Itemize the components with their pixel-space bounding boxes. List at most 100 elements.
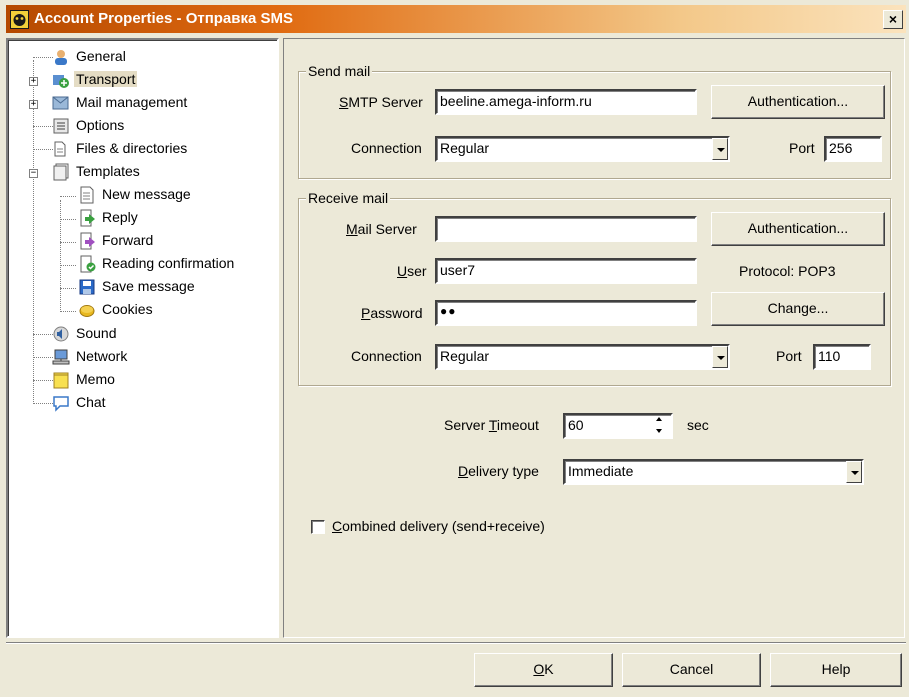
tree-item-label: Options — [76, 117, 125, 133]
send-connection-select[interactable]: Regular — [435, 136, 730, 162]
send-connection-label: Connection — [351, 140, 422, 156]
options-icon — [53, 118, 69, 134]
tree-connector — [33, 126, 53, 127]
reply-icon — [80, 209, 95, 227]
tree-connector — [60, 196, 76, 197]
tree-item-label: Network — [76, 348, 128, 364]
tree-item-label: Reading confirmation — [102, 255, 235, 271]
files-icon — [54, 141, 66, 157]
receive-connection-label: Connection — [351, 348, 422, 364]
tree-connector — [33, 357, 53, 358]
settings-tree[interactable]: + + − General Transport Mail management … — [6, 38, 279, 638]
ok-button[interactable]: OK — [474, 653, 613, 687]
tree-item-label: Chat — [76, 394, 106, 410]
tree-item-label: Mail management — [76, 94, 188, 110]
receive-port-input[interactable]: 110 — [813, 344, 871, 370]
combined-delivery-label[interactable]: Combined delivery (send+receive) — [332, 518, 545, 534]
tree-item-label: Cookies — [102, 301, 153, 317]
tree-connector — [60, 200, 61, 312]
tree-connector — [33, 149, 53, 150]
save-message-icon — [79, 279, 95, 295]
forward-icon — [80, 232, 95, 250]
tree-item-label: Files & directories — [76, 140, 188, 156]
collapse-templates-toggle[interactable]: − — [29, 169, 38, 178]
new-message-icon — [80, 186, 94, 204]
mail-server-label: Mail Server — [346, 221, 417, 237]
server-timeout-label: Server Timeout — [444, 417, 539, 433]
password-label: Password — [361, 305, 423, 321]
tree-item-label: Templates — [76, 163, 140, 179]
receive-authentication-button[interactable]: Authentication... — [711, 212, 885, 246]
user-input[interactable]: user7 — [435, 258, 697, 284]
delivery-type-value: Immediate — [568, 463, 634, 479]
window-title: Account Properties - Отправка SMS — [34, 10, 294, 27]
tree-item-label: Reply — [102, 209, 138, 225]
expand-transport-toggle[interactable]: + — [29, 77, 38, 86]
app-icon — [10, 10, 29, 29]
tree-connector — [60, 311, 76, 312]
sound-icon — [53, 326, 69, 342]
protocol-text: Protocol: POP3 — [739, 263, 836, 279]
tree-item-label: New message — [102, 186, 191, 202]
tree-connector — [60, 288, 76, 289]
receive-port-label: Port — [776, 348, 802, 364]
tree-connector — [33, 380, 53, 381]
smtp-server-input[interactable]: beeline.amega-inform.ru — [435, 89, 697, 115]
chat-icon — [53, 396, 69, 412]
general-icon — [55, 50, 67, 65]
tree-item-label: Transport — [74, 71, 138, 87]
tree-item-label: Forward — [102, 232, 154, 248]
cancel-button[interactable]: Cancel — [622, 653, 761, 687]
user-label: User — [397, 263, 427, 279]
chevron-down-icon[interactable] — [712, 346, 728, 368]
send-mail-group: Send mail SMTP Server beeline.amega-info… — [298, 63, 891, 179]
tree-connector — [60, 219, 76, 220]
send-mail-title: Send mail — [306, 63, 373, 79]
send-port-input[interactable]: 256 — [824, 136, 882, 162]
tree-connector — [33, 60, 34, 404]
memo-icon — [53, 372, 69, 389]
mail-server-input[interactable] — [435, 216, 697, 242]
close-button[interactable]: × — [883, 10, 903, 29]
expand-mail-management-toggle[interactable]: + — [29, 100, 38, 109]
password-input[interactable]: ●● — [435, 300, 697, 326]
receive-mail-title: Receive mail — [306, 190, 391, 206]
send-authentication-button[interactable]: Authentication... — [711, 85, 885, 119]
tree-connector — [33, 57, 53, 58]
close-icon: × — [888, 11, 898, 27]
change-password-button[interactable]: Change... — [711, 292, 885, 326]
mail-management-icon — [52, 96, 69, 110]
tree-connector — [60, 242, 76, 243]
templates-icon — [53, 163, 69, 181]
tree-item-label: Save message — [102, 278, 195, 294]
receive-connection-value: Regular — [440, 348, 490, 364]
delivery-type-select[interactable]: Immediate — [563, 459, 864, 485]
chevron-down-icon[interactable] — [712, 138, 728, 160]
tree-connector — [33, 403, 53, 404]
send-port-label: Port — [789, 140, 815, 156]
tree-item-label: Sound — [76, 325, 117, 341]
spin-down-icon[interactable] — [650, 426, 670, 439]
combined-delivery-checkbox[interactable] — [311, 520, 325, 534]
tree-item-label: General — [76, 48, 126, 64]
receive-connection-select[interactable]: Regular — [435, 344, 730, 370]
smtp-server-label: SMTP Server — [339, 94, 423, 110]
reading-confirmation-icon — [80, 255, 96, 273]
server-timeout-spinner[interactable] — [650, 413, 670, 439]
tree-connector — [33, 334, 53, 335]
tree-connector — [60, 265, 76, 266]
receive-mail-group: Receive mail Mail Server Authentication.… — [298, 190, 891, 386]
divider — [6, 642, 906, 644]
transport-icon — [53, 75, 69, 88]
help-button[interactable]: Help — [770, 653, 902, 687]
spin-up-icon[interactable] — [650, 413, 670, 426]
network-icon — [52, 349, 70, 365]
delivery-type-label: Delivery type — [458, 463, 539, 479]
cookies-icon — [79, 305, 95, 317]
send-connection-value: Regular — [440, 140, 490, 156]
account-properties-window: Account Properties - Отправка SMS × + + … — [0, 0, 909, 697]
chevron-down-icon[interactable] — [846, 461, 862, 483]
transport-settings-panel: Send mail SMTP Server beeline.amega-info… — [283, 38, 905, 638]
tree-item-label: Memo — [76, 371, 115, 387]
title-bar[interactable]: Account Properties - Отправка SMS × — [6, 5, 906, 33]
